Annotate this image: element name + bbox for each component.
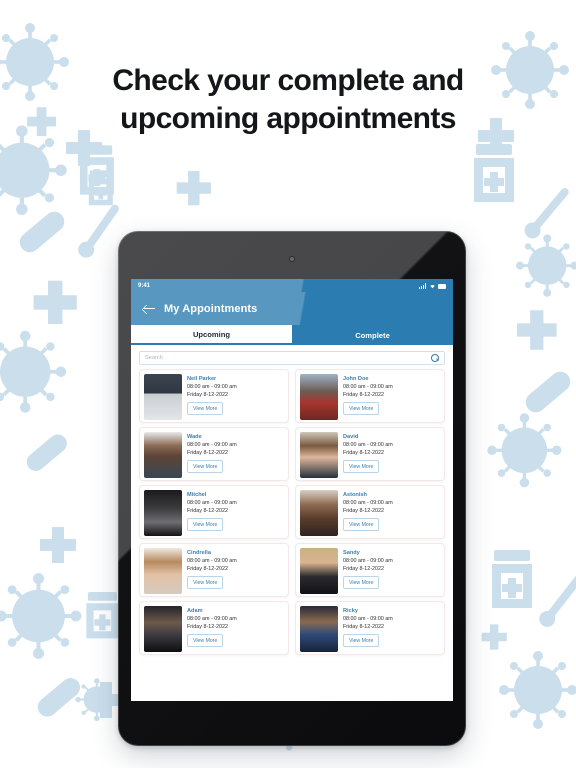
tab-complete[interactable]: Complete xyxy=(292,325,453,345)
appointment-date: Friday 8-12-2022 xyxy=(187,507,229,514)
appointment-card[interactable]: David 08:00 am - 09:00 am Friday 8-12-2022… xyxy=(295,427,445,481)
appointment-card[interactable]: Mitchel 08:00 am - 09:00 am Friday 8-12-20… xyxy=(139,485,289,539)
avatar xyxy=(144,490,182,536)
patient-name: Wade xyxy=(187,434,202,440)
tablet-device-mockup: 9:41 My Appointments Upcoming Complete S… xyxy=(118,231,466,746)
search-box[interactable] xyxy=(139,351,445,365)
appointment-date: Friday 8-12-2022 xyxy=(343,449,385,456)
appointment-time: 08:00 am - 09:00 am xyxy=(187,442,237,449)
view-more-button[interactable]: View More xyxy=(187,633,224,648)
battery-icon xyxy=(438,283,446,289)
appointment-details: David 08:00 am - 09:00 am Friday 8-12-2022… xyxy=(343,432,393,476)
patient-name: John Doe xyxy=(343,376,369,382)
appointment-card[interactable]: Ricky 08:00 am - 09:00 am Friday 8-12-2022… xyxy=(295,601,445,655)
appointment-date: Friday 8-12-2022 xyxy=(187,391,229,398)
patient-name: David xyxy=(343,434,359,440)
appointment-details: John Doe 08:00 am - 09:00 am Friday 8-12-2… xyxy=(343,374,393,418)
appointment-time: 08:00 am - 09:00 am xyxy=(187,500,237,507)
appointment-details: Mitchel 08:00 am - 09:00 am Friday 8-12-20… xyxy=(187,490,237,534)
appointment-time: 08:00 am - 09:00 am xyxy=(187,558,237,565)
view-more-button[interactable]: View More xyxy=(343,517,380,532)
appointment-card[interactable]: Adam 08:00 am - 09:00 am Friday 8-12-2022 V… xyxy=(139,601,289,655)
view-more-button[interactable]: View More xyxy=(187,517,224,532)
patient-name: Astonish xyxy=(343,492,367,498)
patient-name: Ricky xyxy=(343,608,358,614)
avatar xyxy=(144,548,182,594)
view-more-button[interactable]: View More xyxy=(343,575,380,590)
appointment-date: Friday 8-12-2022 xyxy=(343,391,385,398)
status-time: 9:41 xyxy=(138,282,151,289)
appointment-time: 08:00 am - 09:00 am xyxy=(187,616,237,623)
appointment-card[interactable]: Cindrella 08:00 am - 09:00 am Friday 8-12-… xyxy=(139,543,289,597)
appointment-time: 08:00 am - 09:00 am xyxy=(343,616,393,623)
appointment-card[interactable]: John Doe 08:00 am - 09:00 am Friday 8-12-2… xyxy=(295,369,445,423)
search-icon[interactable] xyxy=(431,354,439,362)
appointment-details: Astonish 08:00 am - 09:00 am Friday 8-12-2… xyxy=(343,490,393,534)
back-arrow-icon[interactable] xyxy=(142,303,156,315)
headline-line-2: upcoming appointments xyxy=(120,102,456,135)
page-title: Check your complete and upcoming appoint… xyxy=(0,62,576,138)
appointment-details: Cindrella 08:00 am - 09:00 am Friday 8-12-… xyxy=(187,548,237,592)
appointment-details: Sandy 08:00 am - 09:00 am Friday 8-12-2022… xyxy=(343,548,393,592)
status-icons xyxy=(419,283,446,289)
avatar xyxy=(300,490,338,536)
appointment-date: Friday 8-12-2022 xyxy=(343,507,385,514)
appointment-details: Adam 08:00 am - 09:00 am Friday 8-12-2022 V… xyxy=(187,606,237,650)
avatar xyxy=(300,606,338,652)
appointment-card[interactable]: Sandy 08:00 am - 09:00 am Friday 8-12-2022… xyxy=(295,543,445,597)
view-more-button[interactable]: View More xyxy=(343,459,380,474)
avatar xyxy=(144,432,182,478)
view-more-button[interactable]: View More xyxy=(187,401,224,416)
appointment-time: 08:00 am - 09:00 am xyxy=(187,384,237,391)
app-content: Upcoming Complete Neil Parker 08:00 am - … xyxy=(131,325,453,701)
appointment-time: 08:00 am - 09:00 am xyxy=(343,442,393,449)
wifi-icon xyxy=(429,284,435,288)
appointment-card[interactable]: Astonish 08:00 am - 09:00 am Friday 8-12-2… xyxy=(295,485,445,539)
avatar xyxy=(300,432,338,478)
appointment-date: Friday 8-12-2022 xyxy=(187,623,229,630)
view-more-button[interactable]: View More xyxy=(343,401,380,416)
headline-line-1: Check your complete and xyxy=(112,64,464,97)
search-section xyxy=(131,345,453,369)
tablet-screen: 9:41 My Appointments Upcoming Complete S… xyxy=(131,279,453,701)
appointment-time: 08:00 am - 09:00 am xyxy=(343,558,393,565)
tab-upcoming[interactable]: Upcoming xyxy=(131,325,292,345)
app-header: My Appointments xyxy=(131,292,453,325)
search-input[interactable] xyxy=(145,355,410,361)
appointment-date: Friday 8-12-2022 xyxy=(187,565,229,572)
signal-icon xyxy=(419,283,426,289)
appointment-card[interactable]: Neil Parker 08:00 am - 09:00 am Friday 8-1… xyxy=(139,369,289,423)
view-more-button[interactable]: View More xyxy=(187,459,224,474)
view-more-button[interactable]: View More xyxy=(343,633,380,648)
patient-name: Mitchel xyxy=(187,492,207,498)
appointment-date: Friday 8-12-2022 xyxy=(343,565,385,572)
appointment-time: 08:00 am - 09:00 am xyxy=(343,500,393,507)
patient-name: Neil Parker xyxy=(187,376,217,382)
appointment-details: Ricky 08:00 am - 09:00 am Friday 8-12-2022… xyxy=(343,606,393,650)
tab-bar: Upcoming Complete xyxy=(131,325,453,345)
avatar xyxy=(300,548,338,594)
patient-name: Cindrella xyxy=(187,550,211,556)
patient-name: Sandy xyxy=(343,550,360,556)
avatar xyxy=(144,606,182,652)
patient-name: Adam xyxy=(187,608,203,614)
avatar xyxy=(144,374,182,420)
appointment-date: Friday 8-12-2022 xyxy=(343,623,385,630)
appointment-details: Neil Parker 08:00 am - 09:00 am Friday 8-1… xyxy=(187,374,237,418)
appointment-card[interactable]: Wade 08:00 am - 09:00 am Friday 8-12-2022 V… xyxy=(139,427,289,481)
view-more-button[interactable]: View More xyxy=(187,575,224,590)
appointments-grid: Neil Parker 08:00 am - 09:00 am Friday 8-1… xyxy=(131,369,453,663)
app-title: My Appointments xyxy=(164,302,258,315)
appointment-details: Wade 08:00 am - 09:00 am Friday 8-12-2022 V… xyxy=(187,432,237,476)
front-camera-icon xyxy=(289,256,295,262)
appointment-time: 08:00 am - 09:00 am xyxy=(343,384,393,391)
status-bar: 9:41 xyxy=(131,279,453,292)
avatar xyxy=(300,374,338,420)
appointment-date: Friday 8-12-2022 xyxy=(187,449,229,456)
